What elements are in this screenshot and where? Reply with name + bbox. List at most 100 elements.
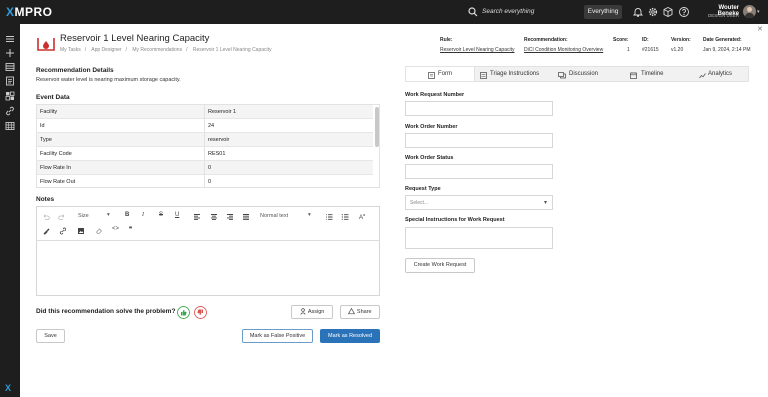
link-icon[interactable] xyxy=(5,106,15,116)
share-button[interactable]: Share xyxy=(340,305,380,319)
breadcrumb-current: Reservoir 1 Level Nearing Capacity xyxy=(192,47,272,53)
align-right-icon[interactable] xyxy=(226,213,234,221)
tab-form[interactable]: Form xyxy=(406,67,475,81)
grid-icon[interactable] xyxy=(5,121,15,131)
breadcrumb: My Tasks / App Designer / My Recommendatio… xyxy=(60,47,272,53)
calendar-icon xyxy=(630,71,637,79)
italic-icon[interactable]: I xyxy=(142,212,144,218)
mark-resolved-button[interactable]: Mark as Resolved xyxy=(320,329,380,343)
search-scope-select[interactable]: Everything xyxy=(584,5,622,19)
align-center-icon[interactable] xyxy=(210,213,218,221)
chevron-down-icon[interactable]: ▾ xyxy=(757,9,760,15)
mark-false-positive-button[interactable]: Mark as False Positive xyxy=(242,329,313,343)
gear-icon[interactable] xyxy=(647,6,659,18)
work-order-number-field[interactable] xyxy=(405,133,553,148)
undo-icon[interactable] xyxy=(42,213,50,221)
panel-tabs: Form Triage Instructions Discussion Time… xyxy=(405,66,749,82)
date-generated-label: Date Generated: xyxy=(703,37,742,43)
table-icon[interactable] xyxy=(5,62,15,72)
table-scrollbar[interactable] xyxy=(375,107,379,147)
event-value: Reservoir 1 xyxy=(208,109,237,115)
bullet-list-icon[interactable] xyxy=(341,213,349,221)
page-title: Reservoir 1 Level Nearing Capacity xyxy=(60,33,210,44)
search-bar[interactable]: Search everything xyxy=(464,5,584,19)
save-button[interactable]: Save xyxy=(36,329,65,343)
avatar[interactable] xyxy=(743,5,756,18)
search-icon xyxy=(468,7,478,17)
table-row: Flow Rate In 0 xyxy=(37,161,373,175)
align-justify-icon[interactable] xyxy=(242,213,250,221)
chevron-down-icon[interactable]: ▾ xyxy=(107,212,110,218)
strikethrough-icon[interactable]: S xyxy=(159,212,163,218)
xmpro-mark-icon[interactable]: X xyxy=(5,383,11,393)
work-order-status-field[interactable] xyxy=(405,164,553,179)
score-value: 1 xyxy=(627,47,630,53)
table-row: Facility Reservoir 1 xyxy=(37,105,373,119)
recommendation-link[interactable]: DiCI Condition Monitoring Overview xyxy=(524,47,603,53)
search-input[interactable]: Search everything xyxy=(482,8,534,15)
table-row: Facility Code RES01 xyxy=(37,147,373,161)
document-list-icon[interactable] xyxy=(5,76,15,86)
work-order-status-label: Work Order Status xyxy=(405,155,454,161)
text-size-icon[interactable]: Aa xyxy=(359,212,365,221)
event-value: 0 xyxy=(208,165,212,171)
left-nav xyxy=(0,24,20,397)
dashboard-icon[interactable] xyxy=(5,91,15,101)
discussion-icon xyxy=(558,71,566,79)
text-style-select[interactable]: Normal text xyxy=(260,213,288,219)
highlighter-icon[interactable] xyxy=(42,227,50,235)
cube-icon[interactable] xyxy=(662,6,674,18)
recommendation-description: Reservoir water level is nearing maximum… xyxy=(36,77,181,83)
breadcrumb-app-designer[interactable]: App Designer xyxy=(91,47,121,53)
event-key: Facility xyxy=(40,109,58,115)
chevron-down-icon: ▾ xyxy=(543,200,547,206)
table-row: Flow Rate Out 0 xyxy=(37,175,373,187)
thumbs-down-icon[interactable] xyxy=(194,306,207,319)
request-type-placeholder: Select... xyxy=(410,200,429,206)
underline-icon[interactable]: U xyxy=(175,212,179,218)
request-type-select[interactable]: Select... ▾ xyxy=(405,195,553,210)
create-work-request-button[interactable]: Create Work Request xyxy=(405,258,475,273)
special-instructions-field[interactable] xyxy=(405,227,553,249)
breadcrumb-my-tasks[interactable]: My Tasks xyxy=(60,47,81,53)
version-label: Version: xyxy=(671,37,691,43)
event-value: reservoir xyxy=(208,137,230,143)
rule-link[interactable]: Reservoir Level Nearing Capacity xyxy=(440,47,514,53)
quote-icon[interactable]: ❞ xyxy=(129,226,132,233)
redo-icon[interactable] xyxy=(58,213,66,221)
image-icon[interactable] xyxy=(77,227,85,235)
table-row: Type reservoir xyxy=(37,133,373,147)
thumbs-up-icon[interactable] xyxy=(177,306,190,319)
tab-discussion[interactable]: Discussion xyxy=(551,67,623,81)
recommendation-details-heading: Recommendation Details xyxy=(36,67,114,74)
share-label: Share xyxy=(356,309,372,315)
event-key: Flow Rate Out xyxy=(40,179,76,185)
event-data-heading: Event Data xyxy=(36,94,70,101)
tab-triage-instructions[interactable]: Triage Instructions xyxy=(475,67,551,81)
assign-button[interactable]: Assign xyxy=(291,305,333,319)
code-icon[interactable]: <> xyxy=(112,226,119,232)
eraser-icon[interactable] xyxy=(95,227,103,235)
font-size-select[interactable]: Size xyxy=(78,213,89,219)
close-icon[interactable]: ✕ xyxy=(757,25,763,33)
recommendation-label: Recommendation: xyxy=(524,37,568,43)
bell-icon[interactable] xyxy=(632,6,644,18)
align-left-icon[interactable] xyxy=(193,213,201,221)
tab-analytics[interactable]: Analytics xyxy=(693,67,749,81)
plus-icon[interactable] xyxy=(5,48,15,58)
help-icon[interactable] xyxy=(678,6,690,18)
share-icon xyxy=(348,307,356,315)
link-icon[interactable] xyxy=(59,227,67,235)
version-value: v1.20 xyxy=(671,47,684,53)
bold-icon[interactable]: B xyxy=(125,212,129,218)
chevron-down-icon[interactable]: ▾ xyxy=(308,212,311,218)
breadcrumb-my-recommendations[interactable]: My Recommendations xyxy=(132,47,182,53)
work-request-number-field[interactable] xyxy=(405,101,553,116)
menu-icon[interactable] xyxy=(5,34,15,44)
tab-timeline[interactable]: Timeline xyxy=(623,67,693,81)
notes-editor[interactable]: Size ▾ B I S U Normal text ▾ Aa <> ❞ xyxy=(36,206,380,296)
top-bar: XMPRO Search everything Everything Woute… xyxy=(0,0,768,24)
event-value: 0 xyxy=(208,179,212,185)
xmpro-logo[interactable]: XMPRO xyxy=(6,5,53,19)
ordered-list-icon[interactable] xyxy=(325,213,333,221)
